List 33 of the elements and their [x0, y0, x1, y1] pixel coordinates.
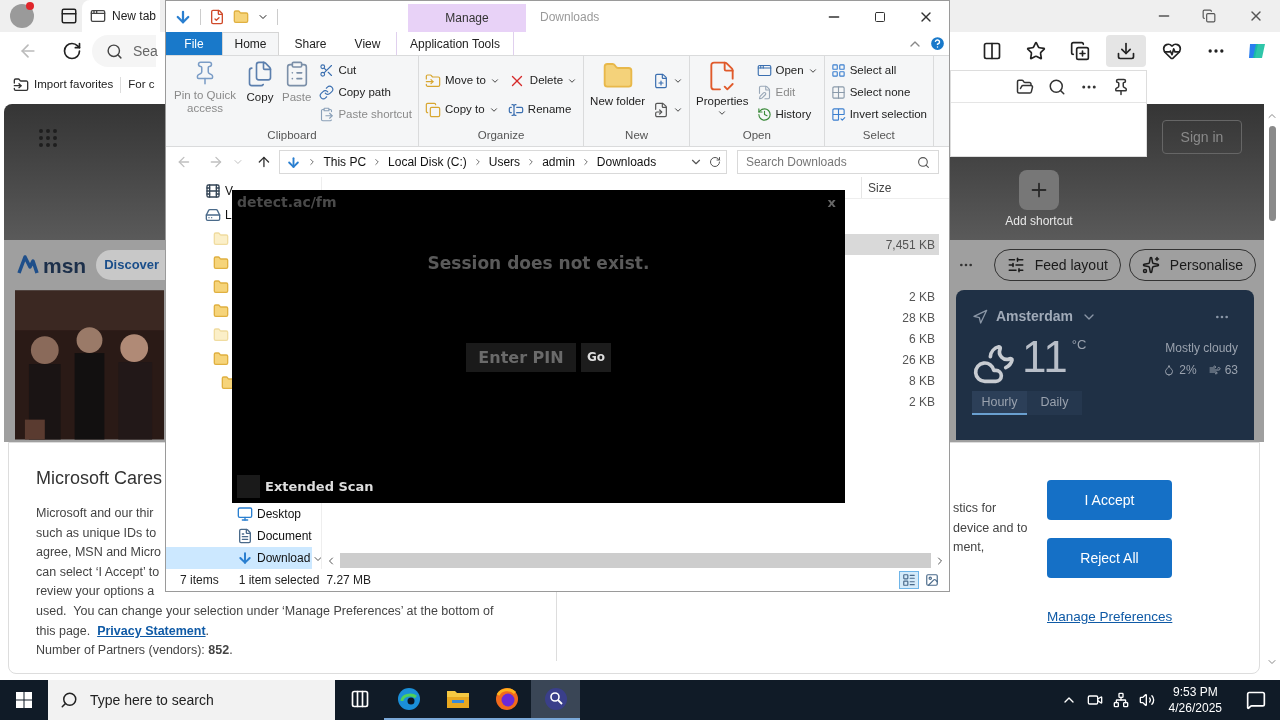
- wind-speed: 63: [1224, 362, 1238, 379]
- dialog-title: detect.ac/fm: [237, 193, 337, 212]
- window-title: Downloads: [540, 8, 600, 26]
- consent-text: used. You can change your selection under ‘Manage Preferences’ at the bottom of: [36, 602, 494, 620]
- precipitation: 2%: [1179, 362, 1197, 379]
- consent-text: agree, MSN and Micro: [36, 544, 162, 562]
- status-item-count: 7 items: [180, 572, 219, 589]
- ribbon-group-label: Organize: [476, 127, 526, 143]
- dialog-message: Session does not exist.: [427, 252, 650, 275]
- partners-count: Number of Partners (vendors): 852.: [36, 642, 233, 660]
- ribbon-group-label: New: [624, 127, 650, 143]
- ribbon-group-label: Select: [861, 127, 896, 143]
- status-selection: 1 item selected: [238, 572, 320, 589]
- consent-title: Microsoft Cares: [36, 467, 163, 490]
- consent-text: stics for: [953, 500, 997, 517]
- weather-condition: Mostly cloudy: [1165, 340, 1238, 357]
- consent-text: device and to: [953, 519, 1028, 537]
- consent-text: can select ‘I Accept’ to: [36, 563, 160, 581]
- temperature-unit: °C: [1071, 336, 1087, 354]
- temperature: 11: [1022, 335, 1068, 379]
- status-size: 7.27 MB: [326, 572, 372, 589]
- context-tab-header: Manage: [408, 4, 526, 32]
- weather-city: Amsterdam: [996, 307, 1074, 326]
- add-shortcut-label: Add shortcut: [1005, 213, 1073, 230]
- consent-text: Microsoft and our thir: [36, 505, 154, 522]
- consent-text: such as unique IDs to: [36, 524, 157, 542]
- msn-logo: msn: [43, 254, 87, 276]
- consent-text: ment,: [953, 539, 985, 557]
- consent-text: this page. Privacy Statement.: [36, 622, 210, 640]
- consent-text: review your options a: [36, 583, 155, 601]
- ribbon-group-label: Clipboard: [266, 127, 318, 143]
- ribbon-group-label: Open: [741, 127, 772, 143]
- checkbox-label: Extended Scan: [265, 477, 374, 496]
